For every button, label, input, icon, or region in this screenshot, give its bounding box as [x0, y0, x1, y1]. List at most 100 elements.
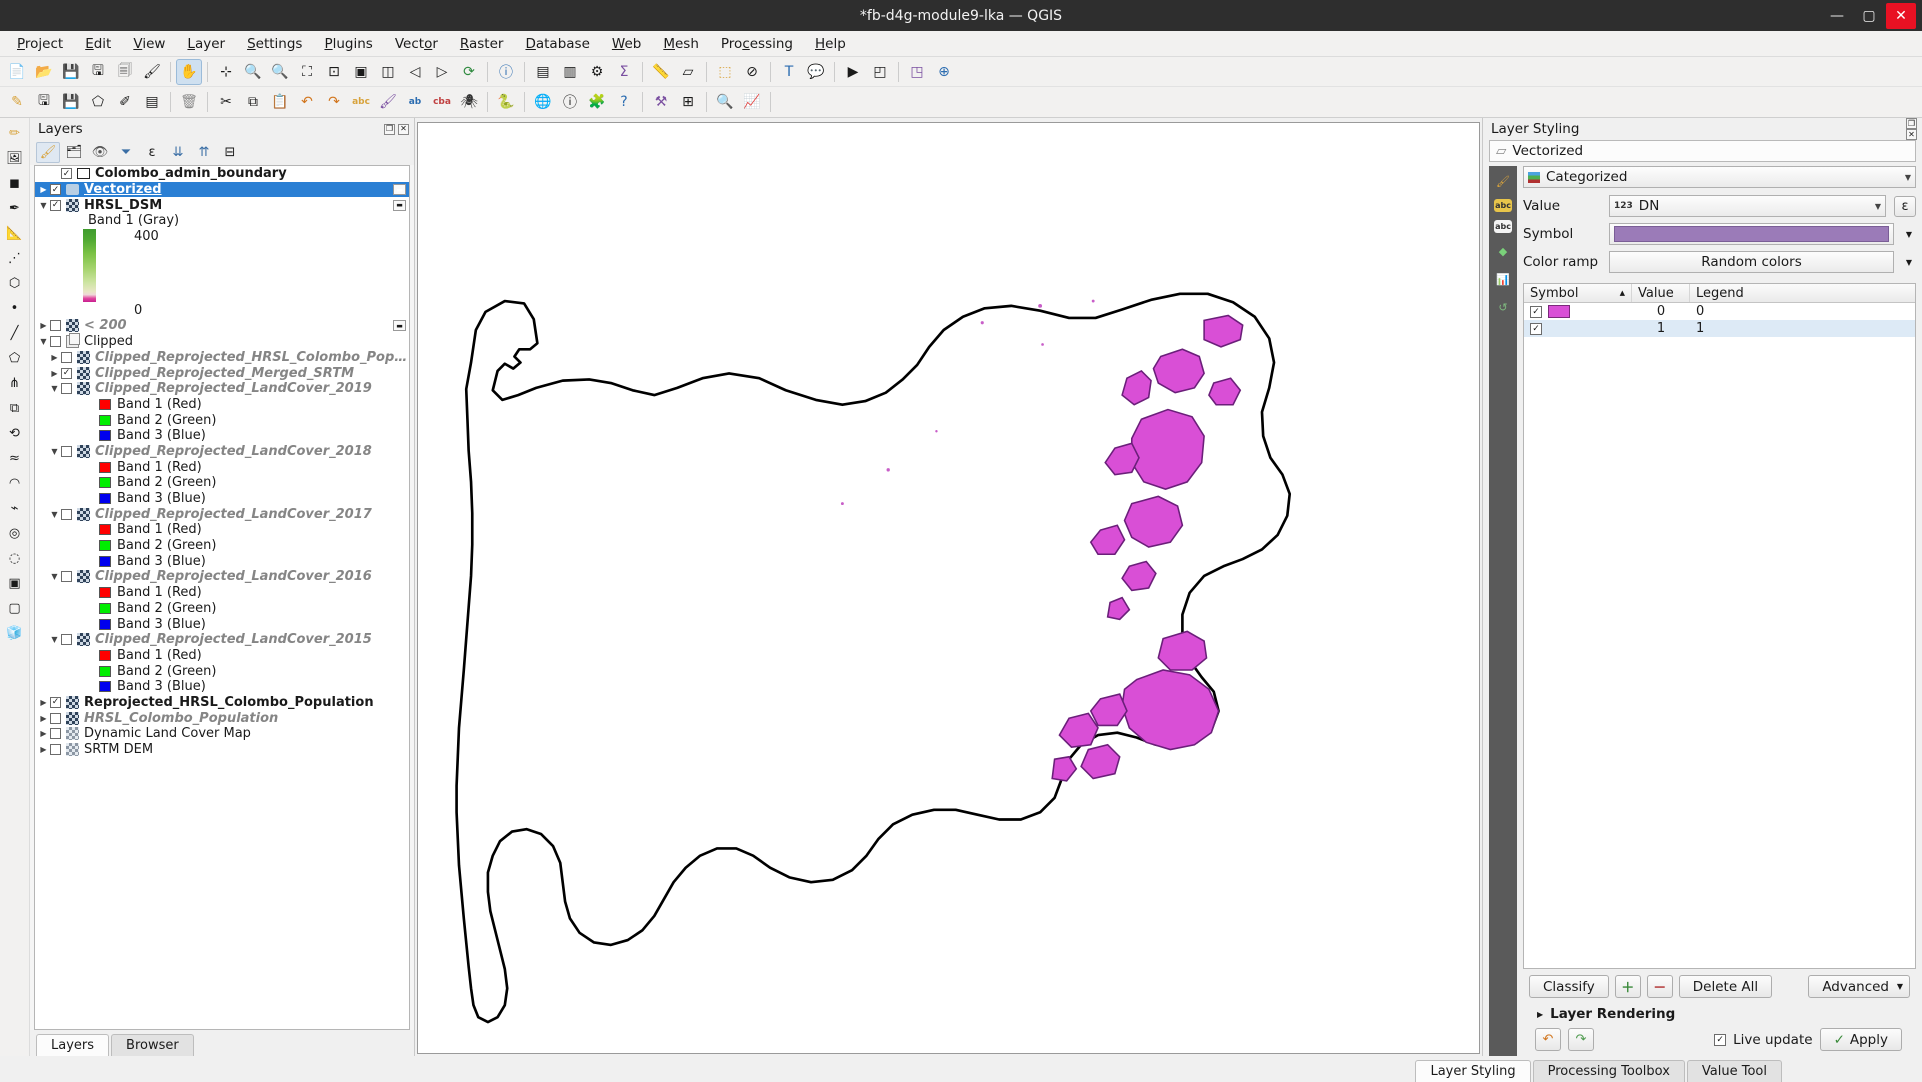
dock-tab-processing-toolbox[interactable]: Processing Toolbox [1532, 1060, 1685, 1082]
layer-tree-row[interactable]: 0 [35, 302, 409, 318]
close-panel-icon[interactable]: ✕ [398, 123, 409, 135]
layer-tree-row[interactable]: ▼ Clipped_Reprojected_LandCover_2015 [35, 632, 409, 648]
zoom-native-button[interactable]: ◫ [375, 59, 401, 85]
node-tool-button[interactable]: ⬡ [3, 272, 27, 294]
layer-visibility-checkbox[interactable]: ✓ [50, 199, 61, 211]
map-canvas[interactable] [417, 122, 1480, 1054]
text-annotation-button[interactable]: T [776, 59, 802, 85]
layer-tree-row[interactable]: ▼ Clipped [35, 333, 409, 350]
category-checkbox[interactable]: ✓ [1530, 322, 1542, 335]
shape-tool-button[interactable]: ◼ [3, 172, 27, 194]
add-group-button[interactable]: 🗂 [62, 142, 86, 163]
remove-category-button[interactable]: － [1646, 975, 1673, 998]
menu-mesh[interactable]: Mesh [652, 33, 710, 55]
menu-edit[interactable]: Edit [74, 33, 122, 55]
add-part-button[interactable]: ▣ [3, 572, 27, 594]
delete-part-button[interactable]: ▢ [3, 597, 27, 619]
layer-tree-row[interactable]: Band 1 (Red) [35, 585, 409, 601]
symbol-dropdown-arrow[interactable]: ▼ [1902, 230, 1916, 239]
collapse-triangle-icon[interactable]: ▼ [48, 572, 61, 581]
statistical-summary-button[interactable]: ▥ [557, 59, 583, 85]
main-toolbar-row1[interactable]: 📄 📂 💾 🖫 🗐 🖌 ✋ ⊹ 🔍 🔍 ⛶ ⊡ ▣ ◫ ◁ ▷ ⟳ ⓘ ▤ ▥ ⚙ Σ 📏 ▱ ⬚ ⊘ T 💬 ▶ ◰ ◳ ⊕ [0, 57, 1922, 87]
collapse-triangle-icon[interactable]: ▼ [48, 510, 61, 519]
expand-triangle-icon[interactable]: ▶ [37, 698, 50, 707]
plugin-manager-button[interactable]: 🧩 [584, 89, 610, 115]
pan-to-selection-button[interactable]: ⊹ [213, 59, 239, 85]
categories-table-body[interactable]: ✓ 0 0 ✓ 1 1 [1524, 303, 1915, 337]
open-project-button[interactable]: 📂 [31, 59, 57, 85]
label-abc-button[interactable]: abc [348, 89, 374, 115]
toggle-editing-button[interactable]: ✎ [4, 89, 30, 115]
expand-triangle-icon[interactable]: ▶ [37, 729, 50, 738]
split-features-button[interactable]: ⋔ [3, 372, 27, 394]
analysis-plugin-button[interactable]: 📈 [739, 89, 765, 115]
cube-tool-button[interactable]: 🧊 [3, 622, 27, 644]
add-polygon-button[interactable]: ⬠ [3, 347, 27, 369]
menu-vector[interactable]: Vector [384, 33, 449, 55]
table-header-legend[interactable]: Legend [1690, 284, 1915, 302]
identify-features-button[interactable]: ⓘ [493, 59, 519, 85]
digitizing-toolbar[interactable]: ✏ 🖼 ◼ ✒ 📐 ⋰ ⬡ • ╱ ⬠ ⋔ ⧉ ⟲ ≈ ◠ ⌁ ◎ ◌ ▣ ▢ 🧊 [0, 118, 30, 1056]
layer-tree-row[interactable]: ▼ Clipped_Reprojected_LandCover_2019 [35, 381, 409, 397]
close-button[interactable]: ✕ [1886, 2, 1916, 29]
refresh-button[interactable]: ⟳ [456, 59, 482, 85]
layer-tree-row[interactable]: Band 3 (Blue) [35, 553, 409, 569]
layer-tree-row[interactable]: Band 3 (Blue) [35, 491, 409, 507]
save-project-as-button[interactable]: 🖫 [85, 59, 111, 85]
value-field-combo[interactable]: 123 DN ▼ [1609, 195, 1886, 217]
layer-visibility-checkbox[interactable]: ✓ [50, 184, 61, 196]
category-legend-cell[interactable]: 1 [1690, 321, 1915, 336]
reverse-abc-button[interactable]: cba [429, 89, 455, 115]
undo-button[interactable]: ↶ [294, 89, 320, 115]
styling-layer-selector[interactable]: ▱ Vectorized [1489, 140, 1916, 162]
copy-features-button[interactable]: ⧉ [240, 89, 266, 115]
print-layout-button[interactable]: 🗐 [112, 59, 138, 85]
layer-tree-row[interactable]: Band 2 (Green) [35, 475, 409, 491]
expand-triangle-icon[interactable]: ▶ [48, 353, 61, 362]
renderer-combo[interactable]: Categorized ▼ [1523, 166, 1916, 188]
delete-selected-button[interactable]: 🗑 [176, 89, 202, 115]
paste-features-button[interactable]: 📋 [267, 89, 293, 115]
delete-ring-button[interactable]: ◌ [3, 547, 27, 569]
layer-visibility-checkbox[interactable] [61, 383, 72, 395]
bottom-tabs-list[interactable]: Layer Styling Processing Toolbox Value Too… [1415, 1060, 1922, 1082]
masks-icon[interactable]: abc [1494, 220, 1512, 233]
metadata-button[interactable]: ⓘ [557, 89, 583, 115]
add-point-button[interactable]: • [3, 297, 27, 319]
table-header-symbol[interactable]: Symbol ▲ [1524, 284, 1632, 302]
layer-tree-row[interactable]: ▼ Clipped_Reprojected_LandCover_2016 [35, 569, 409, 585]
image-tool-button[interactable]: 🖼 [3, 147, 27, 169]
collapse-all-button[interactable]: ⇈ [192, 142, 216, 163]
redo-style-button[interactable]: ↷ [1568, 1028, 1594, 1051]
layer-tree-row[interactable]: ✓ Colombo_admin_boundary [35, 166, 409, 182]
category-value-cell[interactable]: 0 [1632, 304, 1690, 319]
apply-button[interactable]: ✓ Apply [1819, 1028, 1902, 1051]
new-project-button[interactable]: 📄 [4, 59, 30, 85]
layer-tree-row[interactable]: ▼ ✓ HRSL_DSM ▬ [35, 197, 409, 213]
layer-rendering-section[interactable]: ▶ Layer Rendering [1529, 998, 1910, 1022]
3d-view-icon[interactable]: ◆ [1492, 241, 1514, 261]
reshape-features-button[interactable]: ◠ [3, 472, 27, 494]
expand-triangle-icon[interactable]: ▶ [37, 714, 50, 723]
layer-tree-row[interactable]: Band 3 (Blue) [35, 616, 409, 632]
zoom-out-button[interactable]: 🔍 [267, 59, 293, 85]
expand-triangle-icon[interactable]: ▶ [37, 745, 50, 754]
layer-tree-row[interactable]: ▶ < 200 ▬ [35, 318, 409, 334]
category-row[interactable]: ✓ 1 1 [1524, 320, 1915, 337]
cut-features-button[interactable]: ✂ [213, 89, 239, 115]
save-project-button[interactable]: 💾 [58, 59, 84, 85]
collapse-triangle-icon[interactable]: ▼ [48, 635, 61, 644]
filter-legend-button[interactable]: ⏷ [114, 142, 138, 163]
labels-icon[interactable]: abc [1494, 199, 1512, 212]
add-category-button[interactable]: ＋ [1614, 975, 1641, 998]
layer-tree-row[interactable]: Band 2 (Green) [35, 538, 409, 554]
colorramp-combo[interactable]: Random colors [1609, 251, 1894, 273]
python-console-button[interactable]: 🐍 [493, 89, 519, 115]
measure-area-button[interactable]: ▱ [675, 59, 701, 85]
layer-tree-row[interactable]: ▶ ✓ Reprojected_HRSL_Colombo_Population [35, 695, 409, 711]
undo-style-button[interactable]: ↶ [1535, 1028, 1561, 1051]
add-line-button[interactable]: ╱ [3, 322, 27, 344]
dock-tab-layer-styling[interactable]: Layer Styling [1415, 1060, 1531, 1082]
spider-plugin-button[interactable]: 🕷 [456, 89, 482, 115]
colorramp-dropdown-arrow[interactable]: ▼ [1902, 258, 1916, 267]
